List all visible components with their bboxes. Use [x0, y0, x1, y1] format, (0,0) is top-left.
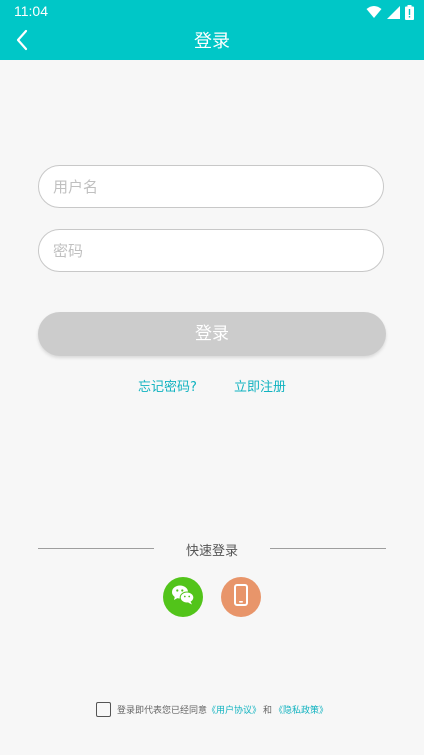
agreement-row: 登录即代表您已经同意 《用户协议》 和 《隐私政策》 [96, 700, 328, 718]
phone-login-button[interactable] [221, 577, 261, 617]
nav-bar: 登录 [0, 24, 424, 60]
phone-icon [234, 584, 248, 610]
page-title: 登录 [194, 31, 230, 52]
status-icons [366, 4, 414, 20]
status-bar: 11:04 [0, 0, 424, 24]
register-link[interactable]: 立即注册 [234, 376, 286, 395]
privacy-policy-link[interactable]: 《隐私政策》 [274, 703, 328, 716]
password-input[interactable] [38, 229, 384, 272]
agreement-and: 和 [263, 705, 273, 716]
chevron-left-icon [15, 29, 29, 55]
agreement-prefix: 登录即代表您已经同意 [117, 705, 208, 716]
username-input[interactable] [38, 165, 384, 208]
quick-login-label: 快速登录 [185, 544, 238, 559]
forgot-password-link[interactable]: 忘记密码? [138, 376, 197, 395]
status-time: 11:04 [14, 3, 48, 19]
divider-right [270, 548, 386, 549]
wechat-icon [171, 584, 195, 610]
divider-left [38, 548, 154, 549]
wechat-login-button[interactable] [163, 577, 203, 617]
user-agreement-link[interactable]: 《用户协议》 [207, 703, 261, 716]
wifi-icon [366, 5, 382, 19]
back-button[interactable] [8, 28, 36, 56]
battery-icon [405, 4, 414, 20]
agreement-checkbox[interactable] [96, 701, 111, 717]
login-button[interactable]: 登录 [38, 312, 386, 356]
cellular-icon [387, 5, 400, 19]
